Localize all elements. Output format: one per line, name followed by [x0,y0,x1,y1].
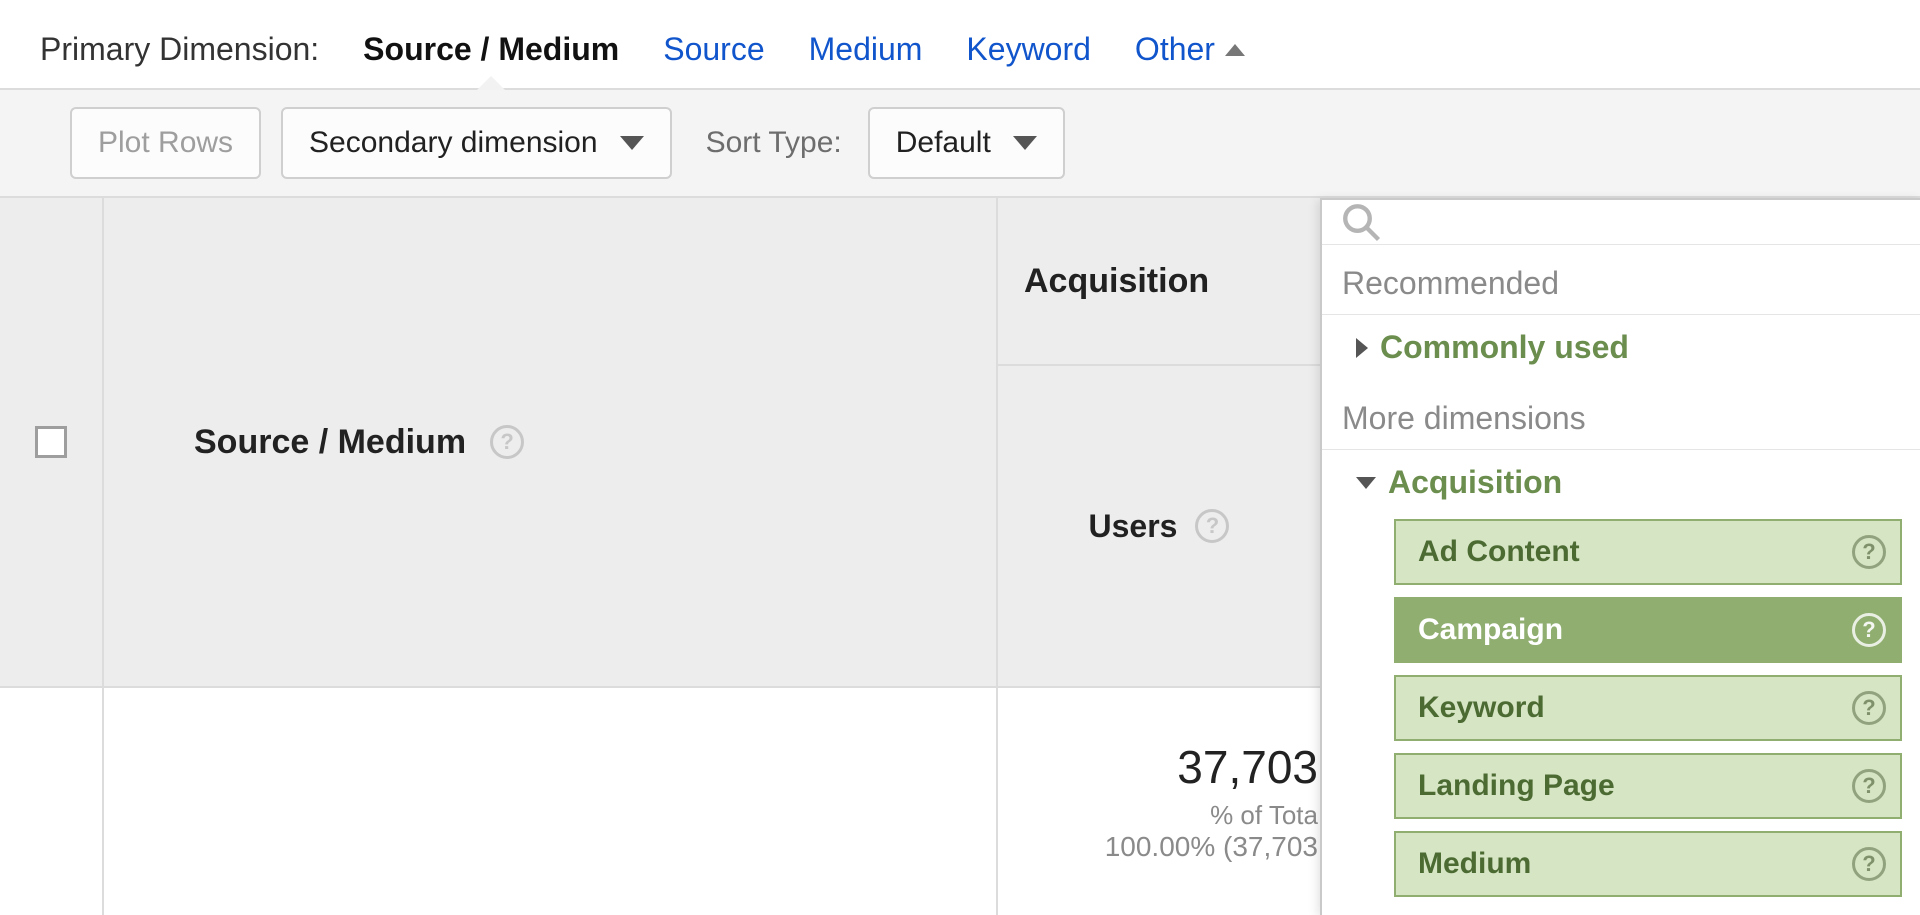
help-icon[interactable]: ? [490,425,524,459]
plot-rows-button[interactable]: Plot Rows [70,107,261,179]
column-header-source-medium[interactable]: Source / Medium ? [104,198,998,686]
tab-other-label: Other [1135,31,1215,68]
sort-type-button[interactable]: Default [868,107,1065,179]
row-source-medium-cell [104,688,998,915]
secondary-dimension-label: Secondary dimension [309,126,598,160]
column-group-acquisition-header: Acquisition [998,198,1320,366]
main-area: Source / Medium ? Acquisition Users ? 37… [0,198,1920,915]
users-pct-label: % of Tota [1210,800,1318,831]
chevron-right-icon [1356,338,1368,358]
group-acquisition[interactable]: Acquisition [1322,450,1920,515]
help-icon[interactable]: ? [1195,509,1229,543]
tab-other[interactable]: Other [1135,31,1245,88]
dimension-item-ad-content[interactable]: Ad Content ? [1394,519,1902,585]
tab-source-medium[interactable]: Source / Medium [363,31,619,88]
checkbox-icon [35,426,67,458]
help-icon[interactable]: ? [1852,535,1886,569]
dimension-search-input[interactable] [1382,200,1920,244]
dimension-item-label: Campaign [1418,613,1563,647]
caret-down-icon [1013,136,1037,150]
table-toolbar: Plot Rows Secondary dimension Sort Type:… [0,90,1920,198]
recommended-section-label: Recommended [1322,245,1920,315]
help-icon[interactable]: ? [1852,769,1886,803]
dimension-item-campaign[interactable]: Campaign ? [1394,597,1902,663]
help-icon[interactable]: ? [1852,691,1886,725]
dimension-item-label: Ad Content [1418,535,1580,569]
column-header-users[interactable]: Users ? [998,366,1320,688]
users-total-cell: 37,703 % of Tota 100.00% (37,703 [998,688,1320,915]
dimension-item-label: Keyword [1418,691,1545,725]
sort-type-label: Sort Type: [706,126,842,160]
data-table: Source / Medium ? Acquisition Users ? 37… [0,198,1320,915]
dimension-item-label: Landing Page [1418,769,1615,803]
dimension-item-keyword[interactable]: Keyword ? [1394,675,1902,741]
tab-keyword[interactable]: Keyword [966,31,1091,88]
tab-source[interactable]: Source [663,31,764,88]
users-total-value: 37,703 [1177,740,1318,794]
more-dimensions-section-label: More dimensions [1322,380,1920,450]
caret-up-icon [1225,44,1245,56]
users-header-label: Users [1089,508,1178,545]
row-checkbox-cell [0,688,104,915]
chevron-down-icon [1356,477,1376,489]
group-commonly-used[interactable]: Commonly used [1322,315,1920,380]
select-all-cell[interactable] [0,198,104,686]
plot-rows-label: Plot Rows [98,126,233,160]
sort-type-value: Default [896,126,991,160]
column-group-acquisition: Acquisition Users ? 37,703 % of Tota 100… [998,198,1320,915]
dimension-item-landing-page[interactable]: Landing Page ? [1394,753,1902,819]
group-acquisition-label: Acquisition [1388,464,1562,501]
caret-down-icon [620,136,644,150]
primary-dimension-label: Primary Dimension: [40,31,319,88]
acquisition-items: Ad Content ? Campaign ? Keyword ? Landin… [1322,515,1920,915]
dimension-dropdown-panel: Recommended Commonly used More dimension… [1320,198,1920,915]
dimension-item-label: Medium [1418,847,1531,881]
dimension-item-medium[interactable]: Medium ? [1394,831,1902,897]
tab-medium[interactable]: Medium [809,31,923,88]
users-pct-value: 100.00% (37,703 [1105,831,1318,863]
acquisition-header-label: Acquisition [1024,262,1209,301]
primary-dimension-bar: Primary Dimension: Source / Medium Sourc… [0,0,1920,90]
group-commonly-used-label: Commonly used [1380,329,1629,366]
column-header-source-medium-label: Source / Medium [194,423,466,462]
help-icon[interactable]: ? [1852,613,1886,647]
secondary-dimension-button[interactable]: Secondary dimension [281,107,672,179]
help-icon[interactable]: ? [1852,847,1886,881]
dimension-search-row [1322,200,1920,245]
search-icon [1340,201,1382,243]
